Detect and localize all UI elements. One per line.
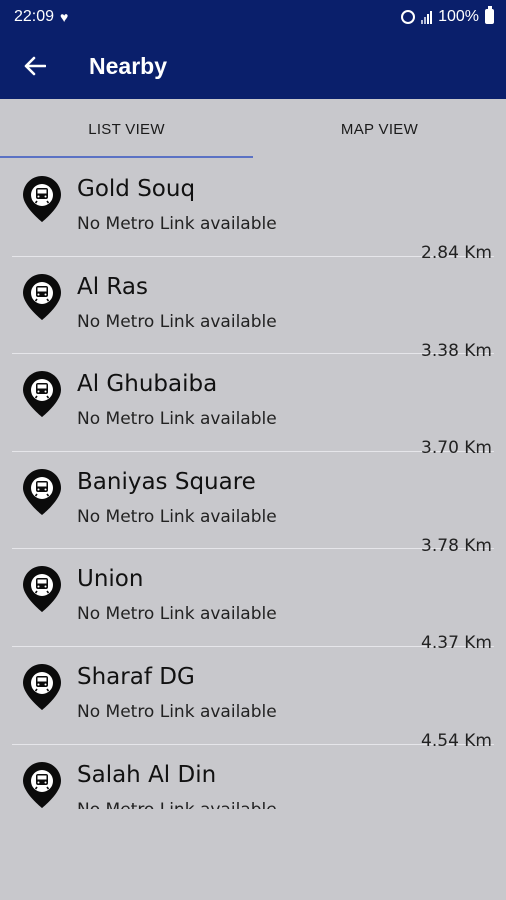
list-item[interactable]: Salah Al Din No Metro Link available <box>12 745 494 809</box>
list-item[interactable]: Gold Souq No Metro Link available 2.84 K… <box>12 159 494 263</box>
metro-pin-icon <box>22 468 62 516</box>
list-item[interactable]: Al Ghubaiba No Metro Link available 3.70… <box>12 354 494 458</box>
station-name: Salah Al Din <box>77 761 217 788</box>
heart-icon: ♥ <box>60 8 69 25</box>
list-item[interactable]: Al Ras No Metro Link available 3.38 Km <box>12 257 494 361</box>
list-item[interactable]: Sharaf DG No Metro Link available 4.54 K… <box>12 647 494 751</box>
page-title: Nearby <box>89 52 167 79</box>
list-item[interactable]: Baniyas Square No Metro Link available 3… <box>12 452 494 556</box>
list-item[interactable]: Union No Metro Link available 4.37 Km <box>12 549 494 653</box>
tab-map-view[interactable]: MAP VIEW <box>253 99 506 159</box>
back-button[interactable] <box>0 33 70 99</box>
status-time: 22:09 <box>14 7 55 25</box>
station-subtitle: No Metro Link available <box>77 214 277 234</box>
alarm-icon <box>401 9 416 24</box>
metro-pin-icon <box>22 565 62 613</box>
metro-pin-icon <box>22 273 62 321</box>
station-list: Gold Souq No Metro Link available 2.84 K… <box>0 159 506 809</box>
station-subtitle: No Metro Link available <box>77 311 277 332</box>
station-name: Baniyas Square <box>77 468 256 495</box>
status-bar: 22:09 ♥ 100% <box>0 0 506 33</box>
station-name: Al Ghubaiba <box>77 371 218 398</box>
station-subtitle: No Metro Link available <box>77 701 277 722</box>
tab-bar: LIST VIEW MAP VIEW <box>0 99 506 159</box>
station-name: Sharaf DG <box>77 663 195 690</box>
station-subtitle: No Metro Link available <box>77 409 277 430</box>
app-bar: Nearby <box>0 33 506 99</box>
tab-list-view[interactable]: LIST VIEW <box>0 99 253 159</box>
station-name: Al Ras <box>77 273 148 300</box>
battery-icon <box>485 6 494 24</box>
station-subtitle: No Metro Link available <box>77 800 277 809</box>
arrow-left-icon <box>24 56 46 76</box>
battery-percent: 100% <box>438 7 479 25</box>
signal-icon <box>421 10 433 24</box>
station-subtitle: No Metro Link available <box>77 506 277 527</box>
metro-pin-icon <box>22 175 62 223</box>
station-name: Union <box>77 566 144 593</box>
station-subtitle: No Metro Link available <box>77 604 277 625</box>
metro-pin-icon <box>22 761 62 809</box>
metro-pin-icon <box>22 370 62 418</box>
metro-pin-icon <box>22 663 62 711</box>
station-name: Gold Souq <box>77 176 196 202</box>
